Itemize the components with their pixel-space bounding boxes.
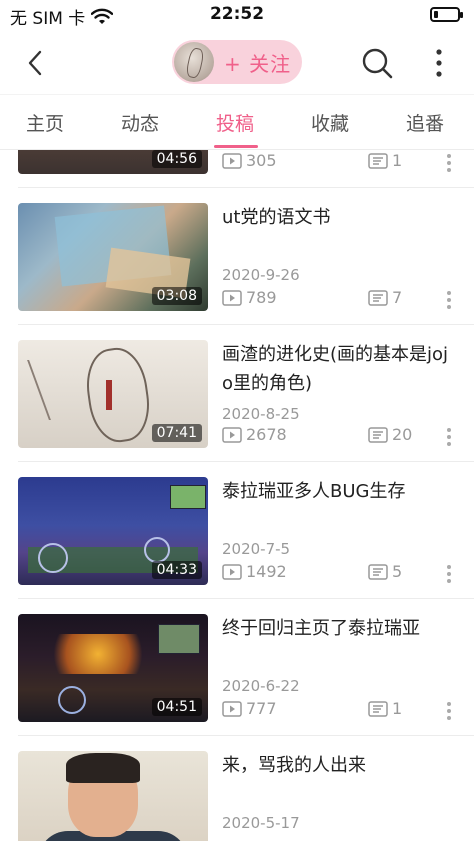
video-date: 2020-9-26: [222, 266, 300, 284]
more-options-icon[interactable]: [446, 290, 452, 310]
video-stats: 1492 5: [222, 562, 458, 584]
video-thumbnail: 04:51: [18, 614, 208, 722]
video-title[interactable]: 画渣的进化史(画的基本是jojo里的角色): [222, 340, 458, 398]
danmaku-count-icon: [368, 563, 388, 580]
thumbnail-art: [38, 634, 158, 674]
more-options-icon[interactable]: [446, 564, 452, 584]
play-count-icon: [222, 426, 242, 443]
video-item[interactable]: 来，骂我的人出来 2020-5-17: [0, 736, 474, 841]
play-count-icon: [222, 152, 242, 169]
tab-favorites[interactable]: 收藏: [311, 109, 349, 136]
more-options-icon[interactable]: [446, 153, 452, 173]
danmaku-count: 1: [392, 151, 403, 170]
video-date: 2020-7-5: [222, 540, 291, 558]
video-duration: 03:08: [151, 287, 202, 305]
status-bar: 无 SIM 卡 22:52: [0, 0, 474, 32]
view-count: 1492: [246, 562, 287, 581]
danmaku-count: 20: [392, 425, 413, 444]
video-stats: 789 7: [222, 288, 458, 310]
video-date: 2020-6-22: [222, 677, 300, 695]
thumbnail-art: [66, 753, 140, 783]
more-vertical-icon[interactable]: [428, 46, 450, 80]
thumbnail-art: [106, 380, 112, 410]
video-title[interactable]: ut党的语文书: [222, 203, 458, 232]
thumbnail-art: [81, 344, 155, 446]
battery-icon: [430, 7, 463, 22]
view-count: 2678: [246, 425, 287, 444]
follow-button[interactable]: + 关注: [172, 40, 302, 84]
video-thumbnail: 04:33: [18, 477, 208, 585]
video-list[interactable]: 04:56 305 1 03:08 ut党的语文书 2020-9-26 789 …: [0, 150, 474, 841]
nav-bar: + 关注: [0, 32, 474, 94]
view-count: 777: [246, 699, 277, 718]
video-item[interactable]: 04:51 终于回归主页了泰拉瑞亚 2020-6-22 777 1: [0, 599, 474, 736]
video-stats: 777 1: [222, 699, 458, 721]
follow-label: + 关注: [224, 51, 292, 76]
thumbnail-art: [144, 537, 170, 563]
video-title[interactable]: 终于回归主页了泰拉瑞亚: [222, 614, 458, 643]
danmaku-count-icon: [368, 426, 388, 443]
danmaku-count-icon: [368, 152, 388, 169]
play-count-icon: [222, 563, 242, 580]
video-title[interactable]: 来，骂我的人出来: [222, 751, 458, 780]
danmaku-count: 7: [392, 288, 403, 307]
more-options-icon[interactable]: [446, 701, 452, 721]
video-duration: 04:33: [151, 561, 202, 579]
clock: 22:52: [209, 4, 265, 24]
back-arrow-icon: [28, 50, 42, 76]
video-duration: 07:41: [151, 424, 202, 442]
tab-home[interactable]: 主页: [26, 109, 64, 136]
video-date: 2020-5-17: [222, 814, 300, 832]
play-count-icon: [222, 289, 242, 306]
video-item[interactable]: 04:56 305 1: [0, 150, 474, 188]
video-thumbnail: 07:41: [18, 340, 208, 448]
video-stats: 2678 20: [222, 425, 458, 447]
thumbnail-art: [58, 686, 86, 714]
video-title[interactable]: 泰拉瑞亚多人BUG生存: [222, 477, 458, 506]
video-item[interactable]: 07:41 画渣的进化史(画的基本是jojo里的角色) 2020-8-25 26…: [0, 325, 474, 462]
play-count-icon: [222, 700, 242, 717]
view-count: 789: [246, 288, 277, 307]
battery-level: [434, 11, 438, 18]
video-duration: 04:56: [151, 150, 202, 168]
video-stats: 305 1: [222, 151, 458, 173]
video-item[interactable]: 04:33 泰拉瑞亚多人BUG生存 2020-7-5 1492 5: [0, 462, 474, 599]
search-icon[interactable]: [360, 46, 394, 80]
view-count: 305: [246, 151, 277, 170]
active-tab-indicator: [214, 145, 258, 148]
danmaku-count: 5: [392, 562, 403, 581]
video-thumbnail: 03:08: [18, 203, 208, 311]
back-button[interactable]: [20, 46, 50, 80]
thumbnail-art: [38, 543, 68, 573]
tab-bangumi[interactable]: 追番: [406, 109, 444, 136]
tab-uploads[interactable]: 投稿: [216, 109, 254, 136]
video-date: 2020-8-25: [222, 405, 300, 423]
danmaku-count-icon: [368, 289, 388, 306]
video-duration: 04:51: [151, 698, 202, 716]
danmaku-count: 1: [392, 699, 403, 718]
avatar: [174, 42, 214, 82]
danmaku-count-icon: [368, 700, 388, 717]
more-options-icon[interactable]: [446, 427, 452, 447]
tab-dynamics[interactable]: 动态: [121, 109, 159, 136]
tab-bar: 主页 动态 投稿 收藏 追番: [0, 94, 474, 150]
thumbnail-art: [158, 624, 200, 654]
video-thumbnail: 04:56: [18, 150, 208, 174]
thumbnail-art: [170, 485, 206, 509]
thumbnail-art: [27, 360, 91, 420]
video-item[interactable]: 03:08 ut党的语文书 2020-9-26 789 7: [0, 188, 474, 325]
video-thumbnail: [18, 751, 208, 841]
